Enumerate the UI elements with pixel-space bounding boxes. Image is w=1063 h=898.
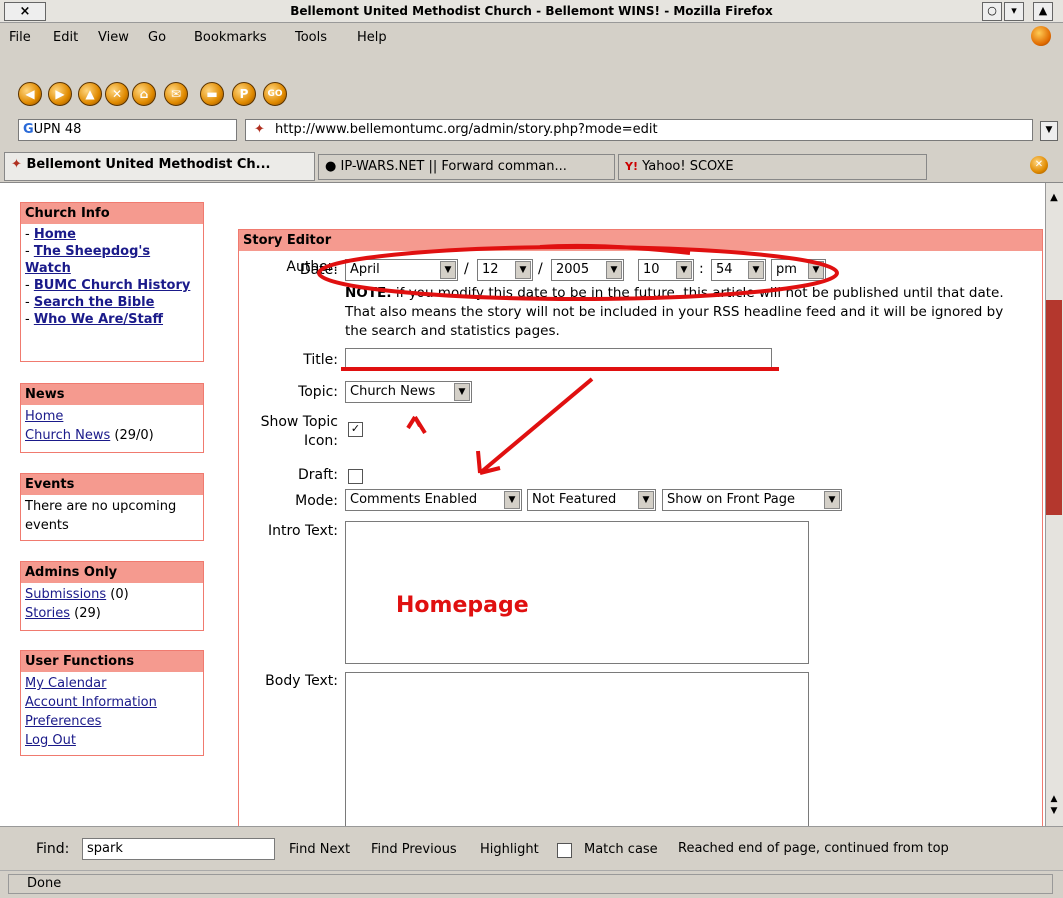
scroll-up-icon[interactable]: ▲	[1046, 192, 1062, 208]
find-bar: Find: spark Find Next Find Previous High…	[0, 826, 1063, 871]
back-icon[interactable]: ◀	[18, 82, 42, 106]
search-value: UPN 48	[33, 122, 82, 137]
tab-label: Yahoo! SCOXE	[642, 159, 734, 174]
tab-label: IP-WARS.NET || Forward comman...	[340, 159, 567, 174]
window-restore-button[interactable]: ○	[982, 2, 1002, 21]
status-bar: Done	[0, 870, 1063, 898]
address-row: GUPN 48 ✦ http://www.bellemontumc.org/ad…	[0, 117, 1063, 143]
navigation-toolbar: ◀ ▶ ▲ ✕ ⌂ ✉ ▬ P GO	[0, 82, 1063, 112]
annotation-overlay	[317, 243, 839, 475]
stop-icon[interactable]: ✕	[105, 82, 129, 106]
tab-favicon-icon: ●	[325, 159, 337, 174]
yahoo-favicon-icon: Y!	[625, 160, 638, 173]
homepage-annotation: Homepage	[396, 593, 529, 618]
menu-bookmarks[interactable]: Bookmarks	[194, 30, 267, 45]
window-menu-button[interactable]: ▾	[1004, 2, 1024, 21]
print-icon[interactable]: ▬	[200, 82, 224, 106]
date-circle-annotation	[317, 245, 839, 301]
find-previous-button[interactable]: Find Previous	[371, 842, 457, 857]
find-input[interactable]: spark	[82, 838, 275, 860]
match-case-checkbox[interactable]	[557, 843, 572, 858]
mail-icon[interactable]: ✉	[164, 82, 188, 106]
site-favicon-icon: ✦	[254, 122, 265, 137]
up-icon[interactable]: ▲	[78, 82, 102, 106]
menu-tools[interactable]: Tools	[295, 30, 327, 45]
menu-edit[interactable]: Edit	[53, 30, 78, 45]
menu-file[interactable]: File	[9, 30, 31, 45]
scroll-down-icon[interactable]: ▲ ▼	[1046, 793, 1062, 823]
tab-bellemont[interactable]: ✦ Bellemont United Methodist Ch...	[4, 152, 315, 181]
close-tab-icon[interactable]: ✕	[1030, 156, 1048, 174]
mode-arrowhead	[476, 450, 501, 475]
url-dropdown-button[interactable]: ▼	[1040, 121, 1058, 141]
url-value: http://www.bellemontumc.org/admin/story.…	[275, 122, 658, 137]
menu-go[interactable]: Go	[148, 30, 166, 45]
search-input[interactable]: GUPN 48	[18, 119, 237, 141]
go-icon[interactable]: GO	[263, 82, 287, 106]
status-text: Done	[8, 874, 1053, 894]
window-maximize-button[interactable]: ▲	[1033, 2, 1053, 21]
page-content: Church Info - Home - The Sheepdog's Watc…	[0, 183, 1045, 826]
highlight-button[interactable]: Highlight	[480, 842, 539, 857]
scrollbar-thumb[interactable]	[1046, 300, 1062, 515]
window-title: Bellemont United Methodist Church - Bell…	[290, 4, 773, 18]
tab-yahoo[interactable]: Y! Yahoo! SCOXE	[618, 154, 927, 180]
find-label: Find:	[36, 841, 70, 857]
search-engine-icon: G	[23, 122, 34, 137]
forward-icon[interactable]: ▶	[48, 82, 72, 106]
topic-arrow-annotation	[406, 415, 427, 435]
window-close-button[interactable]: ×	[4, 2, 46, 21]
match-case-label: Match case	[584, 842, 658, 857]
mode-arrow-line	[478, 377, 594, 475]
find-status: Reached end of page, continued from top	[678, 841, 949, 856]
home-icon[interactable]: ⌂	[132, 82, 156, 106]
menu-bar: File Edit View Go Bookmarks Tools Help	[0, 23, 1063, 53]
firefox-logo-icon	[1031, 26, 1051, 46]
menu-help[interactable]: Help	[357, 30, 387, 45]
menu-view[interactable]: View	[98, 30, 129, 45]
url-input[interactable]: ✦ http://www.bellemontumc.org/admin/stor…	[245, 119, 1033, 141]
tab-label: Bellemont United Methodist Ch...	[26, 157, 271, 172]
tab-bar: ✦ Bellemont United Methodist Ch... ● IP-…	[0, 150, 1063, 183]
tab-favicon-icon: ✦	[11, 157, 22, 172]
find-next-button[interactable]: Find Next	[289, 842, 350, 857]
tab-ipwars[interactable]: ● IP-WARS.NET || Forward comman...	[318, 154, 615, 180]
p-icon[interactable]: P	[232, 82, 256, 106]
window-titlebar: Bellemont United Methodist Church - Bell…	[0, 0, 1063, 23]
